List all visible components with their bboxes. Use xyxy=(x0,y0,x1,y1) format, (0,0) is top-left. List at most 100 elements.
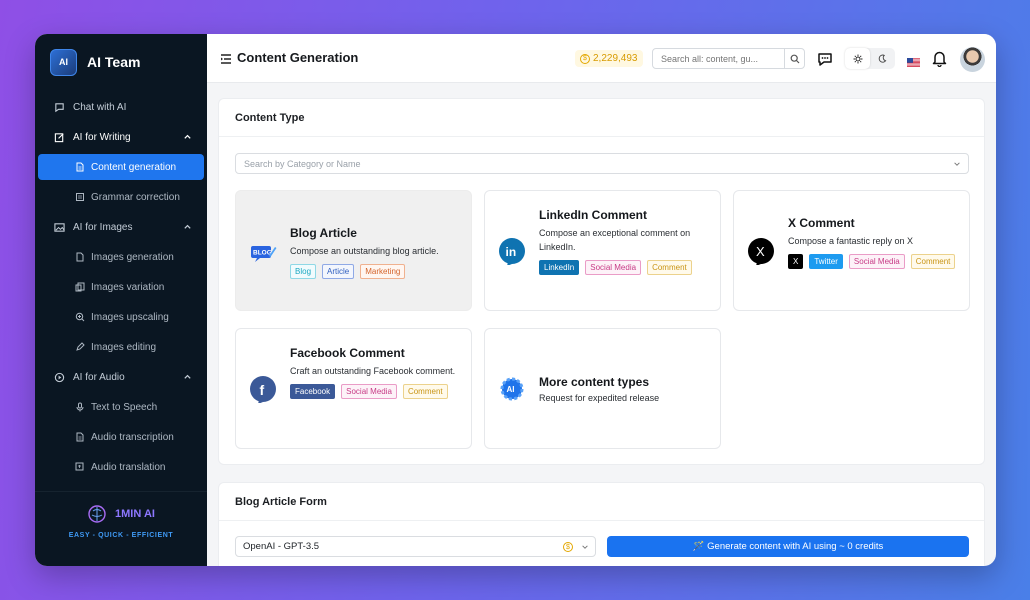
credits-badge[interactable]: $ 2,229,493 xyxy=(575,50,643,67)
chat-bubble-icon xyxy=(54,102,65,113)
edit-icon xyxy=(54,132,65,143)
tile-body: More content types Request for expedited… xyxy=(539,375,714,405)
tag: Twitter xyxy=(809,254,843,269)
tile-description: Compose a fantastic reply on X xyxy=(788,236,914,246)
sidebar-item-label: Audio transcription xyxy=(91,431,174,443)
footer-tagline: EASY - QUICK - EFFICIENT xyxy=(68,532,174,539)
chevron-down-icon xyxy=(581,543,589,551)
global-search xyxy=(652,48,805,69)
tile-description: Request for expedited release xyxy=(539,393,660,403)
select-placeholder: Search by Category or Name xyxy=(244,158,361,169)
microphone-icon xyxy=(75,402,85,412)
dark-mode-button[interactable] xyxy=(870,48,895,69)
brand[interactable]: AI AI Team xyxy=(50,48,140,76)
tile-description: Compose an outstanding blog article. xyxy=(290,246,439,256)
sidebar-item-label: Content generation xyxy=(91,161,177,173)
tile-title: LinkedIn Comment xyxy=(539,208,648,222)
tile-body: X Comment Compose a fantastic reply on X… xyxy=(788,216,963,269)
page-title: Content Generation xyxy=(237,50,359,65)
document-icon xyxy=(75,162,85,172)
sidebar-item-grammar-correction[interactable]: Grammar correction xyxy=(38,182,204,212)
brain-icon xyxy=(88,505,106,523)
tile-blog-article[interactable]: BLOG Blog Article Compose an outstanding… xyxy=(235,190,472,311)
sidebar-item-label: Audio translation xyxy=(91,461,166,473)
bell-icon[interactable] xyxy=(932,50,947,68)
footer-brand-name: 1MIN AI xyxy=(115,508,155,520)
sidebar-item-text-to-speech[interactable]: Text to Speech xyxy=(38,392,204,422)
sidebar-item-content-generation[interactable]: Content generation xyxy=(38,154,204,180)
search-button[interactable] xyxy=(784,49,804,68)
blog-icon: BLOG xyxy=(249,238,277,266)
theme-toggle xyxy=(845,48,895,69)
tag: Social Media xyxy=(341,384,397,399)
tag: Blog xyxy=(290,264,317,279)
tile-tags: LinkedIn Social Media Comment xyxy=(539,260,714,275)
content-type-search-select[interactable]: Search by Category or Name xyxy=(235,153,969,174)
chat-icon[interactable] xyxy=(816,50,834,68)
sidebar-group-label: AI for Writing xyxy=(73,131,131,143)
menu-collapse-icon[interactable] xyxy=(220,52,232,64)
main-content: Content Type Search by Category or Name … xyxy=(207,83,996,566)
content-type-card: Content Type Search by Category or Name … xyxy=(218,98,985,465)
svg-text:X: X xyxy=(756,244,765,259)
sidebar-item-label: Images generation xyxy=(91,251,174,263)
form-heading: Blog Article Form xyxy=(219,483,984,521)
sidebar: AI AI Team Chat with AI AI for Writing C… xyxy=(35,34,207,566)
tile-facebook-comment[interactable]: f Facebook Comment Craft an outstanding … xyxy=(235,328,472,449)
tag: Facebook xyxy=(290,384,336,399)
sidebar-group-ai-for-writing[interactable]: AI for Writing xyxy=(35,122,207,152)
sidebar-item-label: Grammar correction xyxy=(91,191,180,203)
tile-tags: X Twitter Social Media Comment xyxy=(788,254,963,269)
sidebar-item-images-editing[interactable]: Images editing xyxy=(38,332,204,362)
tag: Comment xyxy=(910,254,956,269)
app-logo: AI xyxy=(50,48,77,76)
tag: Article xyxy=(322,264,355,279)
tile-body: LinkedIn Comment Compose an exceptional … xyxy=(539,208,714,275)
tile-body: Blog Article Compose an outstanding blog… xyxy=(290,226,465,279)
sidebar-item-label: Text to Speech xyxy=(91,401,158,413)
sidebar-nav: Chat with AI AI for Writing Content gene… xyxy=(35,92,207,482)
chevron-down-icon xyxy=(953,160,961,168)
sidebar-item-label: Images upscaling xyxy=(91,311,169,323)
sidebar-item-audio-transcription[interactable]: Audio transcription xyxy=(38,422,204,452)
user-avatar[interactable] xyxy=(960,47,985,72)
sidebar-group-label: AI for Images xyxy=(73,221,133,233)
content-type-heading: Content Type xyxy=(219,99,984,137)
svg-text:BLOG: BLOG xyxy=(253,250,272,257)
coin-icon: $ xyxy=(563,542,573,552)
tag: Social Media xyxy=(848,254,905,269)
credits-value: 2,229,493 xyxy=(593,53,638,64)
sidebar-item-audio-translation[interactable]: Audio translation xyxy=(38,452,204,482)
search-icon xyxy=(790,54,799,63)
sidebar-group-ai-for-images[interactable]: AI for Images xyxy=(35,212,207,242)
ai-gear-icon: AI xyxy=(499,376,527,404)
sidebar-group-ai-for-audio[interactable]: AI for Audio xyxy=(35,362,207,392)
sidebar-group-label: AI for Audio xyxy=(73,371,125,383)
flag-us-icon[interactable] xyxy=(907,54,920,67)
model-select-value: OpenAI - GPT-3.5 xyxy=(243,541,320,552)
sidebar-footer: 1MIN AI EASY - QUICK - EFFICIENT xyxy=(35,491,207,566)
facebook-icon: f xyxy=(249,375,277,404)
sidebar-item-images-variation[interactable]: Images variation xyxy=(38,272,204,302)
generate-content-button[interactable]: 🪄 Generate content with AI using ~ 0 cre… xyxy=(607,536,969,557)
chevron-up-icon xyxy=(183,372,192,381)
svg-text:in: in xyxy=(506,245,517,259)
copy-icon xyxy=(75,282,85,292)
sidebar-item-images-upscaling[interactable]: Images upscaling xyxy=(38,302,204,332)
tag: Marketing xyxy=(360,264,406,279)
search-input[interactable] xyxy=(653,49,784,69)
light-mode-button[interactable] xyxy=(845,48,870,69)
sidebar-item-chat-with-ai[interactable]: Chat with AI xyxy=(35,92,207,122)
model-select[interactable]: OpenAI - GPT-3.5 $ xyxy=(235,536,596,557)
app-name: AI Team xyxy=(87,54,141,70)
tag: Comment xyxy=(647,260,692,275)
tile-x-comment[interactable]: X X Comment Compose a fantastic reply on… xyxy=(733,190,970,311)
chevron-up-icon xyxy=(183,132,192,141)
footer-brand[interactable]: 1MIN AI xyxy=(35,504,207,524)
tile-tags: Blog Article Marketing xyxy=(290,264,465,279)
sidebar-item-images-generation[interactable]: Images generation xyxy=(38,242,204,272)
tile-title: More content types xyxy=(539,375,650,389)
tile-linkedin-comment[interactable]: in LinkedIn Comment Compose an exception… xyxy=(484,190,721,311)
tile-more-content-types[interactable]: AI More content types Request for expedi… xyxy=(484,328,721,449)
top-header: Content Generation $ 2,229,493 xyxy=(207,34,996,83)
